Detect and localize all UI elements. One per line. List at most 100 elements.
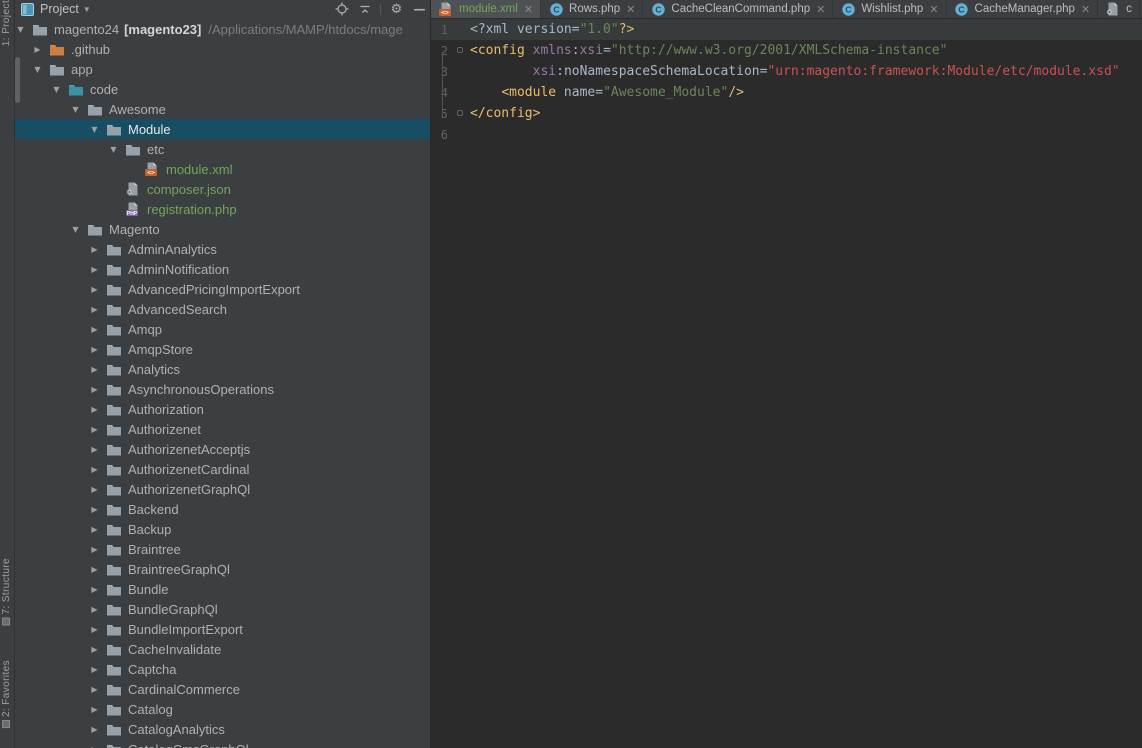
hide-panel-icon[interactable]: — — [412, 2, 427, 17]
tree-row[interactable]: ▶CacheInvalidate — [15, 639, 430, 659]
tree-row[interactable]: ▼Module — [15, 119, 430, 139]
chevron-right-icon[interactable]: ▶ — [89, 305, 100, 314]
chevron-right-icon[interactable]: ▶ — [89, 565, 100, 574]
editor-tab[interactable]: CCacheManager.php✕ — [947, 0, 1099, 18]
tree-row[interactable]: ▶AmqpStore — [15, 339, 430, 359]
chevron-right-icon[interactable]: ▶ — [89, 625, 100, 634]
close-tab-icon[interactable]: ✕ — [524, 4, 533, 15]
tree-row[interactable]: ▶Amqp — [15, 319, 430, 339]
code-line[interactable]: 3 xsi:noNamespaceSchemaLocation="urn:mag… — [431, 61, 1142, 82]
tree-row[interactable]: ▶Backend — [15, 499, 430, 519]
close-tab-icon[interactable]: ✕ — [816, 4, 825, 15]
chevron-right-icon[interactable]: ▶ — [89, 285, 100, 294]
tree-row[interactable]: ▶AdvancedSearch — [15, 299, 430, 319]
chevron-right-icon[interactable]: ▶ — [89, 325, 100, 334]
tree-row[interactable]: ▶Analytics — [15, 359, 430, 379]
tool-button-project[interactable]: 1: Project — [1, 0, 12, 46]
chevron-right-icon[interactable]: ▶ — [89, 445, 100, 454]
chevron-right-icon[interactable]: ▶ — [89, 405, 100, 414]
close-tab-icon[interactable]: ✕ — [1081, 4, 1090, 15]
chevron-right-icon[interactable]: ▶ — [89, 265, 100, 274]
chevron-right-icon[interactable]: ▶ — [89, 605, 100, 614]
tree-row[interactable]: PHPregistration.php — [15, 199, 430, 219]
tree-row[interactable]: ▶Captcha — [15, 659, 430, 679]
chevron-right-icon[interactable]: ▶ — [89, 385, 100, 394]
tree-row[interactable]: ▼code — [15, 79, 430, 99]
chevron-right-icon[interactable]: ▶ — [32, 45, 43, 54]
scrollbar-thumb[interactable] — [15, 57, 20, 103]
chevron-right-icon[interactable]: ▶ — [89, 685, 100, 694]
tree-row[interactable]: ▶Authorizenet — [15, 419, 430, 439]
close-tab-icon[interactable]: ✕ — [626, 4, 635, 15]
chevron-down-icon[interactable]: ▼ — [70, 105, 81, 114]
tree-row[interactable]: ▶BundleGraphQl — [15, 599, 430, 619]
tree-row[interactable]: ▼magento24[magento23]/Applications/MAMP/… — [15, 19, 430, 39]
tree-row[interactable]: ▶AdminNotification — [15, 259, 430, 279]
chevron-right-icon[interactable]: ▶ — [89, 425, 100, 434]
chevron-right-icon[interactable]: ▶ — [89, 505, 100, 514]
close-tab-icon[interactable]: ✕ — [929, 4, 938, 15]
tree-row[interactable]: ▶AuthorizenetAcceptjs — [15, 439, 430, 459]
chevron-right-icon[interactable]: ▶ — [89, 345, 100, 354]
tree-row[interactable]: ▶AuthorizenetCardinal — [15, 459, 430, 479]
chevron-right-icon[interactable]: ▶ — [89, 585, 100, 594]
chevron-right-icon[interactable]: ▶ — [89, 485, 100, 494]
chevron-right-icon[interactable]: ▶ — [89, 245, 100, 254]
tree-row[interactable]: ▶Catalog — [15, 699, 430, 719]
editor-tab[interactable]: CCacheCleanCommand.php✕ — [643, 0, 833, 18]
tree-row[interactable]: ▶CatalogAnalytics — [15, 719, 430, 739]
chevron-down-icon[interactable]: ▼ — [32, 65, 43, 74]
tree-row[interactable]: ▼Magento — [15, 219, 430, 239]
code-line[interactable]: 4 <module name="Awesome_Module"/> — [431, 82, 1142, 103]
chevron-right-icon[interactable]: ▶ — [89, 365, 100, 374]
code-line[interactable]: 2<config xmlns:xsi="http://www.w3.org/20… — [431, 40, 1142, 61]
collapse-all-icon[interactable] — [357, 2, 372, 17]
chevron-right-icon[interactable]: ▶ — [89, 705, 100, 714]
tree-row[interactable]: ▶AdminAnalytics — [15, 239, 430, 259]
code-editor[interactable]: 1<?xml version="1.0"?>2<config xmlns:xsi… — [431, 19, 1142, 145]
tree-row[interactable]: ▶Backup — [15, 519, 430, 539]
chevron-right-icon[interactable]: ▶ — [89, 745, 100, 748]
tree-row[interactable]: ▶CatalogCmsGraphQl — [15, 739, 430, 748]
chevron-right-icon[interactable]: ▶ — [89, 465, 100, 474]
tree-row[interactable]: ▶Bundle — [15, 579, 430, 599]
chevron-down-icon[interactable]: ▼ — [108, 145, 119, 154]
code-line[interactable]: 5</config> — [431, 103, 1142, 124]
settings-gear-icon[interactable]: ⚙ — [389, 2, 404, 17]
chevron-down-icon[interactable]: ▼ — [51, 85, 62, 94]
code-line[interactable]: 6 — [431, 124, 1142, 145]
tree-row[interactable]: composer.json — [15, 179, 430, 199]
tree-row[interactable]: ▶AsynchronousOperations — [15, 379, 430, 399]
chevron-down-icon[interactable]: ▼ — [83, 5, 91, 14]
tree-row[interactable]: ▶Braintree — [15, 539, 430, 559]
tree-row[interactable]: ▶AuthorizenetGraphQl — [15, 479, 430, 499]
tree-row[interactable]: ▼app — [15, 59, 430, 79]
tree-row[interactable]: ▶AdvancedPricingImportExport — [15, 279, 430, 299]
locate-file-icon[interactable] — [334, 2, 349, 17]
tree-row[interactable]: ▶BraintreeGraphQl — [15, 559, 430, 579]
fold-marker-icon[interactable] — [457, 110, 463, 116]
chevron-down-icon[interactable]: ▼ — [70, 225, 81, 234]
fold-marker-icon[interactable] — [457, 47, 463, 53]
tree-row[interactable]: <>module.xml — [15, 159, 430, 179]
panel-editor-divider[interactable] — [430, 0, 431, 748]
chevron-right-icon[interactable]: ▶ — [89, 645, 100, 654]
editor-tab[interactable]: CWishlist.php✕ — [833, 0, 946, 18]
editor-tab[interactable]: c — [1098, 0, 1140, 18]
chevron-right-icon[interactable]: ▶ — [89, 665, 100, 674]
tree-row[interactable]: ▶.github — [15, 39, 430, 59]
chevron-right-icon[interactable]: ▶ — [89, 545, 100, 554]
code-line[interactable]: 1<?xml version="1.0"?> — [431, 19, 1142, 40]
tool-button-structure[interactable]: 7: Structure — [1, 558, 12, 626]
tree-row[interactable]: ▶CardinalCommerce — [15, 679, 430, 699]
chevron-down-icon[interactable]: ▼ — [89, 125, 100, 134]
chevron-down-icon[interactable]: ▼ — [15, 25, 26, 34]
tool-button-favorites[interactable]: 2: Favorites — [1, 660, 12, 728]
chevron-right-icon[interactable]: ▶ — [89, 725, 100, 734]
tree-row[interactable]: ▶BundleImportExport — [15, 619, 430, 639]
editor-tab[interactable]: CRows.php✕ — [541, 0, 643, 18]
tree-row[interactable]: ▼etc — [15, 139, 430, 159]
editor-tab[interactable]: <>module.xml✕ — [431, 0, 541, 18]
chevron-right-icon[interactable]: ▶ — [89, 525, 100, 534]
tree-row[interactable]: ▶Authorization — [15, 399, 430, 419]
